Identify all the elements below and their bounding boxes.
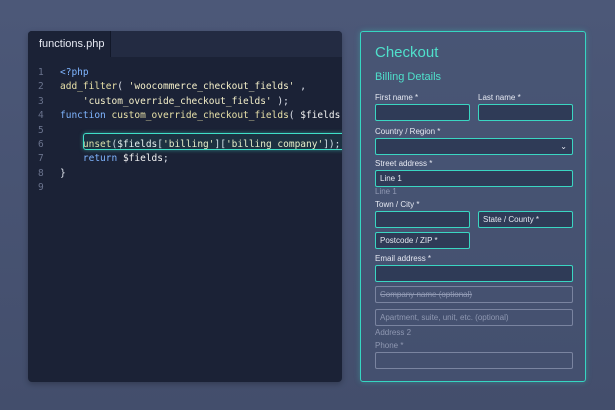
town-city-label: Town / City * (375, 200, 420, 209)
postcode-field[interactable]: Postcode / ZIP * (375, 232, 470, 249)
billing-details-heading: Billing Details (375, 71, 442, 83)
editor-tab-bar: functions.php (28, 31, 342, 57)
line1-caption: Line 1 (375, 187, 397, 196)
apartment-field[interactable]: Apartment, suite, unit, etc. (optional) (375, 309, 573, 326)
last-name-label: Last name * (478, 93, 521, 102)
code-line: 2 add_filter( 'woocommerce_checkout_field… (28, 80, 342, 94)
first-name-label: First name * (375, 93, 419, 102)
company-name-field[interactable]: Company name (optional) (375, 286, 573, 303)
code-text: 'custom_override_checkout_fields' ); (82, 95, 289, 107)
address-2-label: Address 2 (375, 328, 412, 337)
line-number: 1 (38, 67, 44, 78)
code-text: } (60, 167, 66, 179)
first-name-field[interactable] (375, 104, 470, 121)
code-text: return $fields; (82, 153, 169, 165)
code-line: 3 'custom_override_checkout_fields' ); (28, 95, 342, 109)
code-line: 7 return $fields; (28, 152, 342, 166)
code-text: add_filter( 'woocommerce_checkout_fields… (60, 81, 306, 93)
email-address-field[interactable] (375, 265, 573, 282)
checkout-form: Checkout Billing Details First name * La… (360, 31, 586, 382)
line-number: 6 (38, 139, 44, 150)
line-number: 8 (38, 167, 44, 179)
line-number: 2 (38, 81, 44, 93)
phone-field[interactable] (375, 352, 573, 369)
last-name-field[interactable] (478, 104, 573, 121)
email-address-label: Email address * (375, 254, 432, 263)
page-title: Checkout (375, 44, 439, 61)
chevron-down-icon: ⌄ (560, 142, 567, 151)
code-line: 4 function custom_override_checkout_field… (28, 109, 342, 123)
state-county-field[interactable]: State / County * (478, 211, 573, 228)
code-line: 8} (28, 167, 342, 181)
code-text: function custom_override_checkout_fields… (60, 110, 341, 122)
code-line: 1 <?php (28, 66, 342, 80)
street-address-label: Street address * (375, 159, 433, 168)
country-select[interactable]: ⌄ (375, 138, 573, 155)
town-city-field[interactable] (375, 211, 470, 228)
line-number: 5 (38, 124, 44, 136)
highlighted-line-box (83, 133, 342, 150)
line-number: 4 (38, 110, 44, 122)
street-address-field[interactable]: Line 1 (375, 170, 573, 187)
code-editor: functions.php 1 <?php 2 add_filter( 'woocom… (28, 31, 342, 382)
code-text: <?php (60, 67, 89, 78)
phone-label: Phone * (375, 341, 404, 350)
code-line: 9 (28, 181, 342, 195)
line-number: 7 (38, 153, 44, 165)
line-number: 9 (38, 182, 44, 194)
tab-functions-php[interactable]: functions.php (28, 31, 111, 57)
country-label: Country / Region * (375, 127, 441, 136)
line-number: 3 (38, 95, 44, 107)
